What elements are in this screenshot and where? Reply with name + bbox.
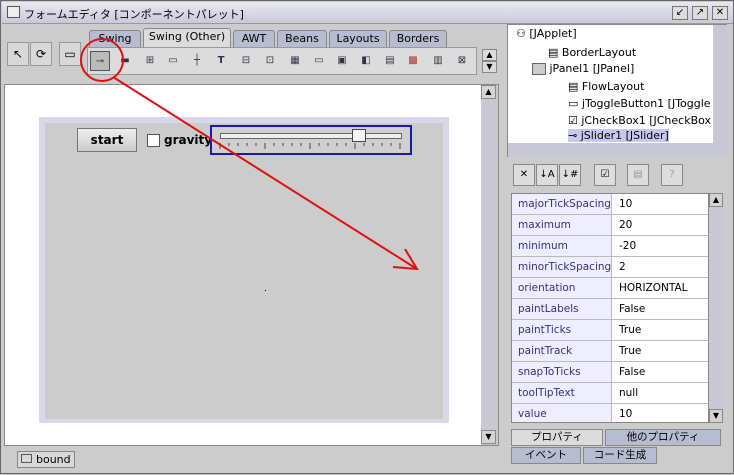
form-editor-window: フォームエディタ [コンポーネントパレット] ↙ ↗ ✕ ↖ ⟳ ▭ Swing… [0,0,734,474]
property-name: paintLabels [512,299,612,319]
property-row[interactable]: value 10 [512,404,708,422]
property-row[interactable]: maximum 20 [512,215,708,236]
scroll-down-icon[interactable]: ▼ [709,409,723,423]
property-name: snapToTicks [512,362,612,382]
property-row[interactable]: majorTickSpacing 10 [512,194,708,215]
tree-label: [JApplet] [529,27,577,40]
property-value[interactable]: -20 [613,236,708,256]
property-row[interactable]: minorTickSpacing 2 [512,257,708,278]
property-value[interactable]: True [613,341,708,361]
property-name: minorTickSpacing [512,257,612,277]
property-name: paintTrack [512,341,612,361]
toggle-icon: ▭ [568,97,579,110]
property-row[interactable]: paintTrack True [512,341,708,362]
tree-label: BorderLayout [561,46,637,59]
applet-icon: ⚇ [516,27,526,40]
property-value[interactable]: 2 [613,257,708,277]
tree-vertical-scrollbar[interactable] [713,25,727,143]
property-value[interactable]: True [613,320,708,340]
sort-by-type-icon[interactable]: ↓# [559,164,581,186]
property-value[interactable]: null [613,383,708,403]
layout-icon: ▤ [548,46,559,59]
property-value[interactable]: 10 [613,194,708,214]
property-row[interactable]: snapToTicks False [512,362,708,383]
property-name: maximum [512,215,612,235]
customize-icon[interactable]: ▤ [627,164,649,186]
property-scrollbar[interactable]: ▲ ▼ [709,193,724,423]
annotation-arrow-line [112,76,418,270]
tree-node-flowlayout[interactable]: ▤ FlowLayout [568,80,644,93]
property-name: majorTickSpacing [512,194,612,214]
show-editable-icon[interactable]: ☑ [594,164,616,186]
property-name: minimum [512,236,612,256]
property-value[interactable]: False [613,362,708,382]
tree-label: FlowLayout [581,80,645,93]
tree-node-jtogglebutton1[interactable]: ▭ jToggleButton1 [JToggle [568,97,711,110]
property-value[interactable]: False [613,299,708,319]
property-name: value [512,404,612,422]
tree-node-japplet[interactable]: ⚇ [JApplet] [516,27,577,40]
property-name: orientation [512,278,612,298]
tree-label: jToggleButton1 [JToggle [581,97,711,110]
tree-horizontal-scrollbar[interactable] [508,143,727,157]
tree-node-jslider1[interactable]: ⊸ jSlider1 [JSlider] [568,129,669,142]
property-value[interactable]: 10 [613,404,708,422]
property-value[interactable]: 20 [613,215,708,235]
tab-other-properties[interactable]: 他のプロパティ [605,429,721,446]
unsorted-icon[interactable]: ✕ [513,164,535,186]
tree-node-jpanel1[interactable]: jPanel1 [JPanel] [532,62,634,75]
component-tree[interactable]: ⚇ [JApplet] ▤ BorderLayout jPanel1 [JPan… [507,24,727,157]
checkbox-icon: ☑ [568,114,578,127]
help-icon[interactable]: ? [661,164,683,186]
tree-label: jSlider1 [JSlider] [580,129,669,142]
property-row[interactable]: minimum -20 [512,236,708,257]
tree-label: jCheckBox1 [JCheckBox [581,114,712,127]
property-row[interactable]: paintLabels False [512,299,708,320]
tab-code-generation[interactable]: コード生成 [583,447,657,464]
property-value[interactable]: HORIZONTAL [613,278,708,298]
sort-by-name-icon[interactable]: ↓A [536,164,558,186]
property-sheet[interactable]: majorTickSpacing 10 maximum 20 minimum -20 … [511,193,709,423]
panel-icon [532,63,546,75]
tree-node-borderlayout[interactable]: ▤ BorderLayout [548,46,636,59]
tree-label: jPanel1 [JPanel] [549,62,635,75]
property-row[interactable]: paintTicks True [512,320,708,341]
scroll-up-icon[interactable]: ▲ [709,193,723,207]
property-name: paintTicks [512,320,612,340]
property-row[interactable]: toolTipText null [512,383,708,404]
tab-properties[interactable]: プロパティ [511,429,603,446]
property-name: toolTipText [512,383,612,403]
slider-icon: ⊸ [568,129,578,142]
annotation-circle [80,38,124,82]
tree-node-jcheckbox1[interactable]: ☑ jCheckBox1 [JCheckBox [568,114,711,127]
tab-events[interactable]: イベント [511,447,581,464]
layout-icon: ▤ [568,80,579,93]
property-row[interactable]: orientation HORIZONTAL [512,278,708,299]
